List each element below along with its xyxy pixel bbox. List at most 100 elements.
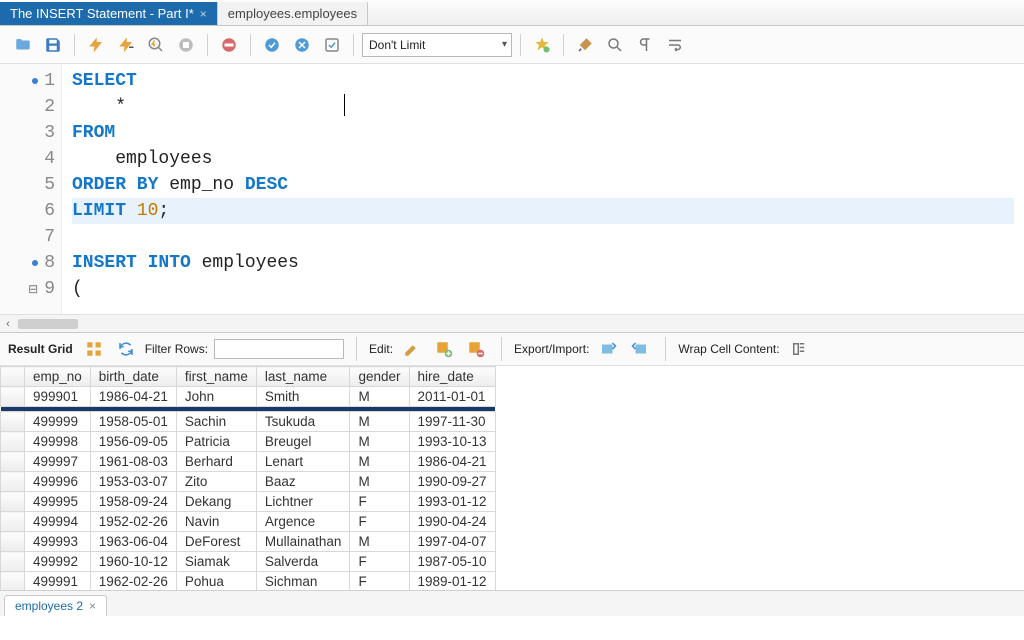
tab-employees-table[interactable]: employees.employees	[218, 2, 368, 25]
toggle-autocommit-button[interactable]	[216, 32, 242, 58]
cell[interactable]: 1993-10-13	[409, 432, 495, 452]
find-button[interactable]	[602, 32, 628, 58]
autocommit-toggle-button[interactable]	[319, 32, 345, 58]
column-header[interactable]: last_name	[256, 367, 350, 387]
cell[interactable]: 499993	[25, 532, 91, 552]
chevron-left-icon[interactable]: ‹	[0, 318, 16, 330]
save-button[interactable]	[40, 32, 66, 58]
filter-rows-input[interactable]	[214, 339, 344, 359]
table-row[interactable]: 4999911962-02-26PohuaSichmanF1989-01-12	[1, 572, 496, 591]
commit-button[interactable]	[259, 32, 285, 58]
beautify-button[interactable]	[529, 32, 555, 58]
cell[interactable]: F	[350, 492, 409, 512]
cell[interactable]: 499999	[25, 412, 91, 432]
column-header[interactable]: birth_date	[90, 367, 176, 387]
cell[interactable]: DeForest	[176, 532, 256, 552]
cell[interactable]: 2011-01-01	[409, 387, 495, 407]
brush-button[interactable]	[572, 32, 598, 58]
cell[interactable]: F	[350, 572, 409, 591]
cell[interactable]: 1956-09-05	[90, 432, 176, 452]
add-row-button[interactable]	[431, 336, 457, 362]
table-row[interactable]: 9999011986-04-21JohnSmithM2011-01-01	[1, 387, 496, 407]
result-view-button[interactable]	[81, 336, 107, 362]
edit-row-button[interactable]	[399, 336, 425, 362]
cell[interactable]: 1997-11-30	[409, 412, 495, 432]
cell[interactable]: M	[350, 432, 409, 452]
cell[interactable]: 1990-04-24	[409, 512, 495, 532]
cell[interactable]: Patricia	[176, 432, 256, 452]
close-icon[interactable]: ×	[89, 599, 96, 613]
cell[interactable]: Navin	[176, 512, 256, 532]
cell[interactable]: M	[350, 452, 409, 472]
cell[interactable]: M	[350, 472, 409, 492]
editor-horizontal-scrollbar[interactable]: ‹	[0, 314, 1024, 332]
export-button[interactable]	[595, 336, 621, 362]
table-row[interactable]: 4999991958-05-01SachinTsukudaM1997-11-30	[1, 412, 496, 432]
cell[interactable]: 499997	[25, 452, 91, 472]
cell[interactable]: Argence	[256, 512, 350, 532]
cell[interactable]: F	[350, 552, 409, 572]
cell[interactable]: 1960-10-12	[90, 552, 176, 572]
cell[interactable]: Siamak	[176, 552, 256, 572]
cell[interactable]: 499998	[25, 432, 91, 452]
cell[interactable]: 1989-01-12	[409, 572, 495, 591]
delete-row-button[interactable]	[463, 336, 489, 362]
table-row[interactable]: 4999981956-09-05PatriciaBreugelM1993-10-…	[1, 432, 496, 452]
stop-button[interactable]	[173, 32, 199, 58]
cell[interactable]: Lichtner	[256, 492, 350, 512]
table-row[interactable]: 4999921960-10-12SiamakSalverdaF1987-05-1…	[1, 552, 496, 572]
cell[interactable]: 1952-02-26	[90, 512, 176, 532]
table-row[interactable]: 4999941952-02-26NavinArgenceF1990-04-24	[1, 512, 496, 532]
cell[interactable]: John	[176, 387, 256, 407]
sql-editor[interactable]: 12345678⊟9 SELECT *FROM employeesORDER B…	[0, 64, 1024, 314]
table-row[interactable]: 4999951958-09-24DekangLichtnerF1993-01-1…	[1, 492, 496, 512]
cell[interactable]: 999901	[25, 387, 91, 407]
cell[interactable]: Zito	[176, 472, 256, 492]
cell[interactable]: Sichman	[256, 572, 350, 591]
import-button[interactable]	[627, 336, 653, 362]
cell[interactable]: Dekang	[176, 492, 256, 512]
invisible-chars-button[interactable]	[632, 32, 658, 58]
execute-button[interactable]	[83, 32, 109, 58]
cell[interactable]: Tsukuda	[256, 412, 350, 432]
cell[interactable]: 1958-09-24	[90, 492, 176, 512]
cell[interactable]: 1986-04-21	[409, 452, 495, 472]
refresh-button[interactable]	[113, 336, 139, 362]
wrap-cell-button[interactable]	[786, 336, 812, 362]
cell[interactable]: F	[350, 512, 409, 532]
cell[interactable]: 499996	[25, 472, 91, 492]
table-row[interactable]: 4999931963-06-04DeForestMullainathanM199…	[1, 532, 496, 552]
cell[interactable]: 1963-06-04	[90, 532, 176, 552]
cell[interactable]: Pohua	[176, 572, 256, 591]
cell[interactable]: 499994	[25, 512, 91, 532]
cell[interactable]: 1993-01-12	[409, 492, 495, 512]
cell[interactable]: Sachin	[176, 412, 256, 432]
cell[interactable]: Mullainathan	[256, 532, 350, 552]
column-header[interactable]: hire_date	[409, 367, 495, 387]
table-row[interactable]: 4999961953-03-07ZitoBaazM1990-09-27	[1, 472, 496, 492]
result-tab-employees-2[interactable]: employees 2 ×	[4, 595, 107, 616]
column-header[interactable]: emp_no	[25, 367, 91, 387]
result-grid[interactable]: emp_nobirth_datefirst_namelast_namegende…	[0, 366, 1024, 590]
explain-button[interactable]	[143, 32, 169, 58]
cell[interactable]: 1990-09-27	[409, 472, 495, 492]
cell[interactable]: Salverda	[256, 552, 350, 572]
cell[interactable]: 1997-04-07	[409, 532, 495, 552]
cell[interactable]: 499995	[25, 492, 91, 512]
cell[interactable]: M	[350, 412, 409, 432]
close-icon[interactable]: ×	[200, 7, 207, 21]
cell[interactable]: 1958-05-01	[90, 412, 176, 432]
cell[interactable]: Lenart	[256, 452, 350, 472]
cell[interactable]: M	[350, 387, 409, 407]
code-area[interactable]: SELECT *FROM employeesORDER BY emp_no DE…	[62, 64, 1024, 314]
cell[interactable]: 1962-02-26	[90, 572, 176, 591]
cell[interactable]: 499992	[25, 552, 91, 572]
cell[interactable]: 499991	[25, 572, 91, 591]
cell[interactable]: Smith	[256, 387, 350, 407]
tab-insert-statement[interactable]: The INSERT Statement - Part I* ×	[0, 2, 218, 25]
cell[interactable]: Berhard	[176, 452, 256, 472]
cell[interactable]: M	[350, 532, 409, 552]
cell[interactable]: 1986-04-21	[90, 387, 176, 407]
cell[interactable]: 1961-08-03	[90, 452, 176, 472]
cell[interactable]: Breugel	[256, 432, 350, 452]
